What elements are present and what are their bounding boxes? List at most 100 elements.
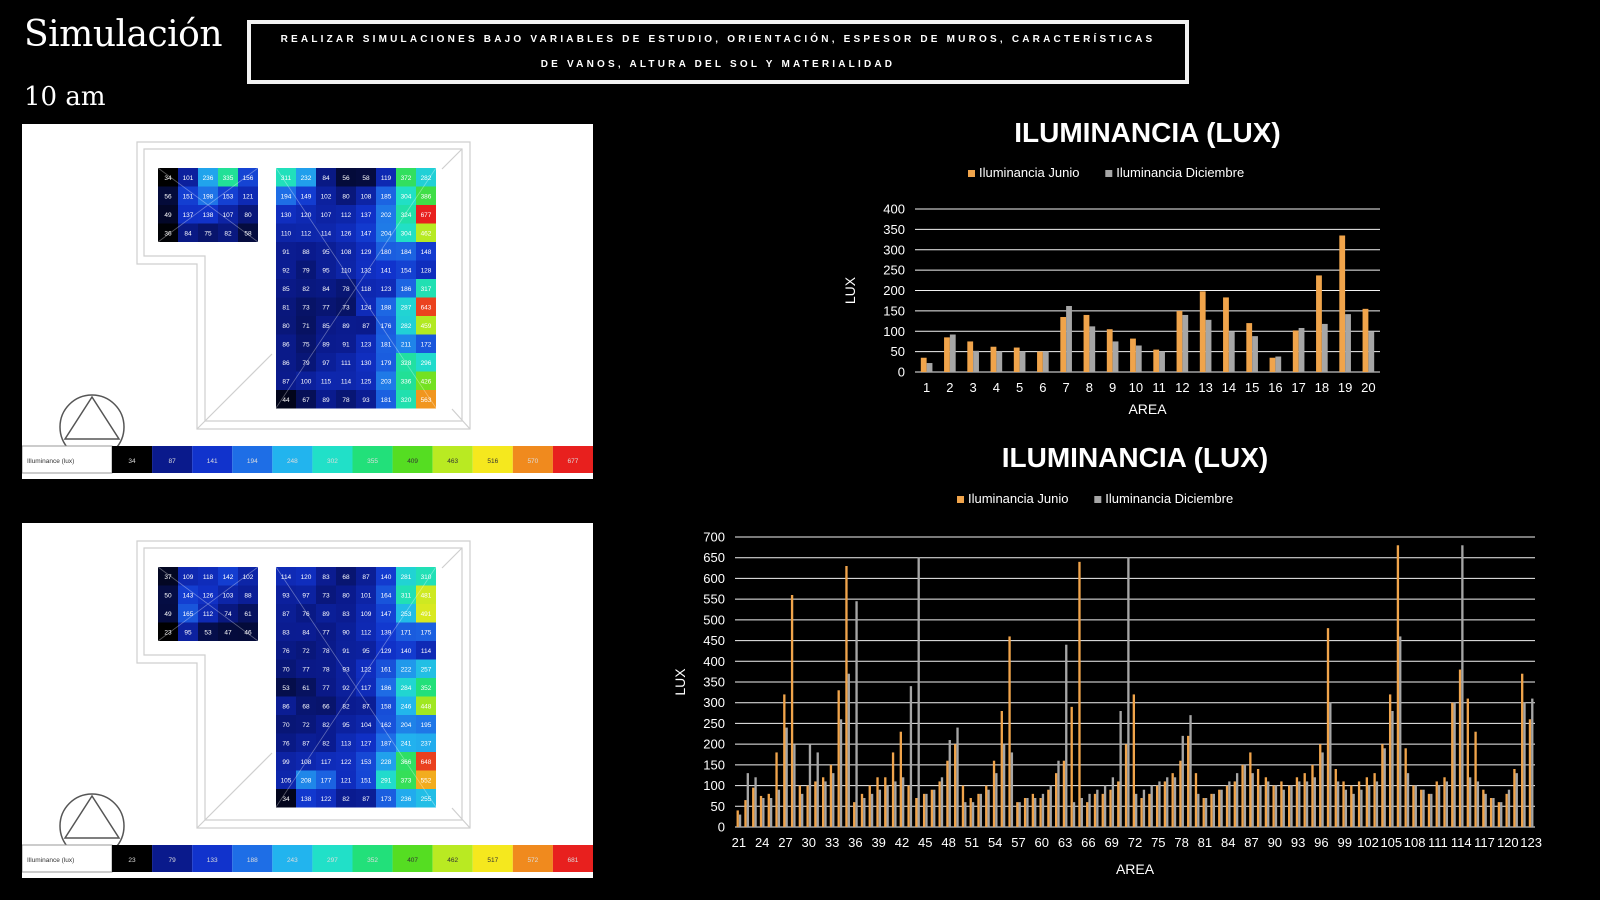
- right-grid-cell-value: 177: [321, 777, 332, 784]
- left-grid-cell-value: 165: [183, 611, 194, 618]
- bar-junio: [1062, 760, 1066, 827]
- bar-diciembre: [1228, 331, 1235, 372]
- right-grid-cell-value: 648: [421, 759, 432, 766]
- bar-diciembre: [964, 802, 967, 827]
- bar-junio: [1427, 793, 1431, 827]
- bar-junio: [1264, 777, 1268, 827]
- bar-junio: [938, 781, 941, 827]
- right-grid-cell-value: 91: [342, 341, 350, 348]
- left-grid-cell-value: 107: [223, 212, 234, 219]
- right-grid-cell-value: 70: [282, 666, 290, 673]
- simulation-panel-1: 34 101 236 335 156 56 151 198 153 121 49 137 138 107 8…: [22, 124, 593, 479]
- x-tick-label: 51: [965, 835, 979, 850]
- bar-diciembre: [1360, 789, 1363, 827]
- right-grid-cell-value: 68: [302, 703, 310, 710]
- bar-junio: [798, 785, 802, 827]
- bar-diciembre: [886, 785, 889, 827]
- x-tick-label: 87: [1244, 835, 1258, 850]
- bar-diciembre: [1103, 785, 1107, 827]
- right-grid-cell-value: 84: [322, 175, 330, 182]
- bar-junio: [946, 760, 949, 827]
- bar-diciembre: [956, 727, 959, 827]
- legend-value: 302: [327, 458, 338, 465]
- time-label: 10 am: [24, 82, 106, 112]
- bar-diciembre: [1399, 636, 1402, 827]
- right-grid-cell-value: 97: [302, 592, 310, 599]
- right-grid-cell-value: 89: [322, 611, 330, 618]
- left-grid-cell-value: 49: [164, 611, 172, 618]
- bar-junio: [1117, 781, 1120, 827]
- legend-value: 677: [568, 458, 579, 465]
- right-grid-cell-value: 78: [342, 397, 350, 404]
- legend-value: 23: [128, 857, 136, 864]
- bar-junio: [1388, 694, 1392, 827]
- bar-junio: [1153, 349, 1160, 372]
- right-grid-cell-value: 86: [282, 703, 290, 710]
- right-grid-cell-value: 97: [322, 360, 330, 367]
- bar-diciembre: [940, 777, 944, 827]
- bar-diciembre: [1135, 345, 1142, 372]
- left-grid-cell-value: 198: [203, 193, 214, 200]
- x-tick-label: 10: [1129, 380, 1143, 395]
- right-grid-cell-value: 153: [361, 759, 372, 766]
- bar-diciembre: [1344, 789, 1348, 827]
- right-grid-cell-value: 66: [322, 703, 330, 710]
- bar-junio: [775, 752, 778, 827]
- x-tick-label: 84: [1221, 835, 1235, 850]
- bar-diciembre: [1197, 793, 1200, 827]
- right-grid-cell-value: 53: [282, 685, 290, 692]
- right-grid-cell-value: 112: [341, 212, 352, 219]
- bar-junio: [1037, 351, 1043, 372]
- bar-junio: [1093, 793, 1097, 827]
- bar-diciembre: [1127, 557, 1130, 827]
- right-grid-cell-value: 114: [421, 648, 432, 655]
- left-grid-cell-value: 126: [203, 592, 214, 599]
- bar-diciembre: [1042, 351, 1049, 372]
- left-grid-cell-value: 112: [203, 611, 214, 618]
- right-grid-cell-value: 448: [421, 703, 432, 710]
- bar-junio: [1225, 785, 1229, 827]
- right-grid-cell-value: 187: [381, 740, 392, 747]
- right-grid-cell-value: 114: [321, 230, 332, 237]
- bar-diciembre: [1026, 798, 1029, 827]
- left-grid-cell-value: 143: [183, 592, 194, 599]
- right-grid-cell-value: 129: [361, 249, 372, 256]
- x-tick-label: 42: [895, 835, 909, 850]
- x-tick-label: 30: [802, 835, 816, 850]
- legend-value: 355: [367, 458, 378, 465]
- bar-junio: [1420, 789, 1423, 827]
- bar-diciembre: [1259, 785, 1262, 827]
- legend-value: 352: [367, 857, 378, 864]
- bar-junio: [1280, 781, 1283, 827]
- right-grid-cell-value: 173: [381, 796, 392, 803]
- right-grid-cell-value: 181: [381, 397, 392, 404]
- right-grid-cell-value: 151: [361, 777, 372, 784]
- right-grid-cell-value: 154: [401, 267, 412, 274]
- right-grid-cell-value: 100: [301, 378, 312, 385]
- right-grid-cell-value: 114: [341, 378, 352, 385]
- bar-diciembre: [1329, 702, 1332, 827]
- x-tick-label: 27: [778, 835, 792, 850]
- x-tick-label: 66: [1081, 835, 1095, 850]
- bar-junio: [1505, 793, 1508, 827]
- bar-diciembre: [1500, 802, 1503, 827]
- right-grid-cell-value: 89: [322, 397, 330, 404]
- right-grid-cell-value: 176: [381, 323, 392, 330]
- objective-banner-text: REALIZAR SIMULACIONES BAJO VARIABLES DE …: [280, 34, 1156, 70]
- bar-diciembre: [1375, 781, 1379, 827]
- right-grid-cell-value: 78: [342, 286, 350, 293]
- right-grid-cell-value: 317: [421, 286, 432, 293]
- left-grid-cell-value: 95: [184, 629, 192, 636]
- right-grid-cell-value: 186: [381, 685, 392, 692]
- bar-diciembre: [979, 793, 982, 827]
- bar-diciembre: [1181, 735, 1184, 827]
- bar-junio: [967, 341, 974, 372]
- right-grid-cell-value: 124: [361, 304, 372, 311]
- right-grid-cell-value: 304: [401, 193, 412, 200]
- left-grid-cell-value: 142: [223, 574, 234, 581]
- bar-diciembre: [1243, 764, 1247, 827]
- bar-diciembre: [870, 793, 874, 827]
- legend-value: 570: [527, 458, 538, 465]
- bar-junio: [1342, 781, 1345, 827]
- bar-diciembre: [746, 773, 749, 827]
